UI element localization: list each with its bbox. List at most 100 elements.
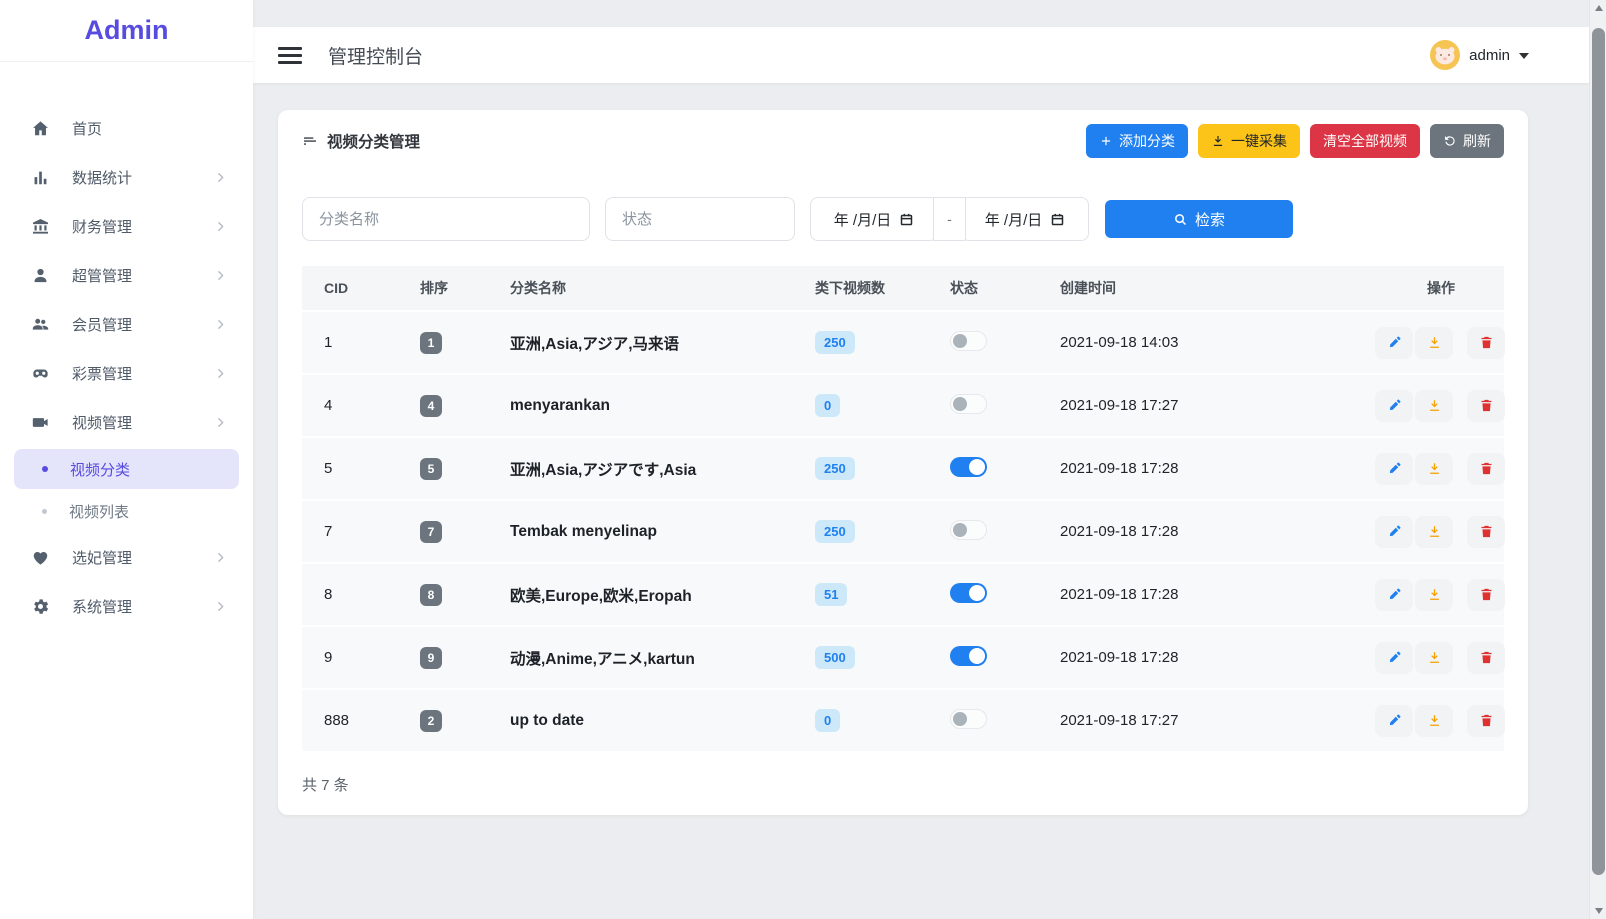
table-row: 8 8 欧美,Europe,欧米,Eropah 51 2021-09-18 17… bbox=[302, 564, 1504, 625]
sidebar-item[interactable]: 数据统计 bbox=[0, 153, 253, 202]
one-click-collect-button[interactable]: 一键采集 bbox=[1198, 124, 1300, 158]
scroll-down-arrow[interactable] bbox=[1590, 903, 1606, 919]
table-row: 5 5 亚洲,Asia,アジアです,Asia 250 2021-09-18 17… bbox=[302, 438, 1504, 499]
vertical-scrollbar[interactable] bbox=[1589, 0, 1606, 919]
table-body: 1 1 亚洲,Asia,アジア,马来语 250 2021-09-18 14:03… bbox=[302, 312, 1504, 751]
collect-row-button[interactable] bbox=[1415, 579, 1453, 611]
delete-button[interactable] bbox=[1467, 642, 1505, 674]
delete-button[interactable] bbox=[1467, 705, 1505, 737]
list-icon bbox=[302, 133, 318, 149]
cell-cid: 5 bbox=[302, 460, 420, 477]
table-row: 888 2 up to date 0 2021-09-18 17:27 bbox=[302, 690, 1504, 751]
search-button[interactable]: 检索 bbox=[1105, 200, 1293, 238]
main-area: 管理控制台 admin 视频分类管理 bbox=[253, 0, 1589, 919]
delete-button[interactable] bbox=[1467, 327, 1505, 359]
chevron-right-icon bbox=[214, 318, 227, 331]
end-date-input[interactable]: 年 /月/日 bbox=[961, 197, 1089, 241]
edit-button[interactable] bbox=[1375, 390, 1413, 422]
cell-category-name: 欧美,Europe,欧米,Eropah bbox=[510, 584, 815, 606]
plus-icon bbox=[1099, 134, 1113, 148]
table-row: 1 1 亚洲,Asia,アジア,马来语 250 2021-09-18 14:03 bbox=[302, 312, 1504, 373]
cell-cid: 888 bbox=[302, 712, 420, 729]
delete-button[interactable] bbox=[1467, 390, 1505, 422]
category-name-input[interactable] bbox=[302, 197, 590, 241]
sidebar-subitem[interactable]: 视频列表 bbox=[14, 491, 239, 531]
gamepad-icon bbox=[30, 364, 50, 384]
delete-button[interactable] bbox=[1467, 579, 1505, 611]
edit-button[interactable] bbox=[1375, 705, 1413, 737]
delete-button[interactable] bbox=[1467, 516, 1505, 548]
sidebar-item-label: 视频管理 bbox=[72, 412, 132, 433]
user-menu[interactable]: admin bbox=[1430, 40, 1553, 70]
filter-bar: 年 /月/日 - 年 /月/日 检索 bbox=[278, 172, 1528, 241]
table-row: 9 9 动漫,Anime,アニメ,kartun 500 2021-09-18 1… bbox=[302, 627, 1504, 688]
chevron-right-icon bbox=[214, 269, 227, 282]
content-card: 视频分类管理 添加分类 一键采集 清空全部视频 刷新 bbox=[278, 110, 1528, 815]
status-toggle[interactable] bbox=[950, 394, 987, 414]
calendar-icon[interactable] bbox=[1050, 212, 1065, 227]
scrollbar-thumb[interactable] bbox=[1592, 28, 1605, 875]
delete-button[interactable] bbox=[1467, 453, 1505, 485]
video-count-badge: 500 bbox=[815, 646, 855, 669]
sidebar-item[interactable]: 会员管理 bbox=[0, 300, 253, 349]
start-date-input[interactable]: 年 /月/日 bbox=[810, 197, 938, 241]
cell-category-name: 亚洲,Asia,アジアです,Asia bbox=[510, 458, 815, 480]
cell-created-time: 2021-09-18 17:28 bbox=[1060, 523, 1375, 540]
sidebar-item[interactable]: 系统管理 bbox=[0, 582, 253, 631]
sort-badge: 1 bbox=[420, 332, 442, 354]
status-toggle[interactable] bbox=[950, 520, 987, 540]
bullet-icon bbox=[42, 466, 48, 472]
sidebar-item-label: 超管管理 bbox=[72, 265, 132, 286]
edit-button[interactable] bbox=[1375, 516, 1413, 548]
user-name: admin bbox=[1469, 47, 1510, 64]
edit-button[interactable] bbox=[1375, 579, 1413, 611]
card-title: 视频分类管理 bbox=[327, 130, 420, 152]
cell-cid: 7 bbox=[302, 523, 420, 540]
hamburger-icon[interactable] bbox=[278, 47, 302, 64]
sidebar-item[interactable]: 选妃管理 bbox=[0, 533, 253, 582]
collect-row-button[interactable] bbox=[1415, 390, 1453, 422]
sidebar-item[interactable]: 超管管理 bbox=[0, 251, 253, 300]
scroll-up-arrow[interactable] bbox=[1590, 0, 1606, 16]
sidebar-subitem[interactable]: 视频分类 bbox=[14, 449, 239, 489]
video-count-badge: 250 bbox=[815, 457, 855, 480]
edit-button[interactable] bbox=[1375, 327, 1413, 359]
video-count-badge: 51 bbox=[815, 583, 847, 606]
status-toggle[interactable] bbox=[950, 331, 987, 351]
gear-icon bbox=[30, 597, 50, 617]
add-category-button[interactable]: 添加分类 bbox=[1086, 124, 1188, 158]
card-header: 视频分类管理 添加分类 一键采集 清空全部视频 刷新 bbox=[278, 110, 1528, 172]
video-count-badge: 0 bbox=[815, 394, 840, 417]
sidebar-item[interactable]: 财务管理 bbox=[0, 202, 253, 251]
sidebar-item-label: 财务管理 bbox=[72, 216, 132, 237]
status-toggle[interactable] bbox=[950, 583, 987, 603]
cell-cid: 1 bbox=[302, 334, 420, 351]
col-status: 状态 bbox=[950, 278, 1060, 298]
sort-badge: 2 bbox=[420, 710, 442, 732]
cell-cid: 4 bbox=[302, 397, 420, 414]
status-toggle[interactable] bbox=[950, 457, 987, 477]
sidebar-item[interactable]: 首页 bbox=[0, 104, 253, 153]
brand-logo: Admin bbox=[0, 0, 253, 62]
calendar-icon[interactable] bbox=[899, 212, 914, 227]
refresh-button[interactable]: 刷新 bbox=[1430, 124, 1504, 158]
sidebar-item-label: 选妃管理 bbox=[72, 547, 132, 568]
chevron-right-icon bbox=[214, 551, 227, 564]
edit-button[interactable] bbox=[1375, 453, 1413, 485]
sidebar-item-label: 首页 bbox=[72, 118, 102, 139]
collect-row-button[interactable] bbox=[1415, 453, 1453, 485]
status-toggle[interactable] bbox=[950, 709, 987, 729]
collect-row-button[interactable] bbox=[1415, 705, 1453, 737]
status-select[interactable] bbox=[605, 197, 795, 241]
header-buttons: 添加分类 一键采集 清空全部视频 刷新 bbox=[1086, 124, 1504, 158]
sidebar-subitem-label: 视频列表 bbox=[69, 501, 129, 522]
collect-row-button[interactable] bbox=[1415, 516, 1453, 548]
edit-button[interactable] bbox=[1375, 642, 1413, 674]
cell-category-name: menyarankan bbox=[510, 397, 815, 415]
clear-all-videos-button[interactable]: 清空全部视频 bbox=[1310, 124, 1420, 158]
collect-row-button[interactable] bbox=[1415, 642, 1453, 674]
status-toggle[interactable] bbox=[950, 646, 987, 666]
collect-row-button[interactable] bbox=[1415, 327, 1453, 359]
sidebar-item[interactable]: 视频管理 bbox=[0, 398, 253, 447]
sidebar-item[interactable]: 彩票管理 bbox=[0, 349, 253, 398]
